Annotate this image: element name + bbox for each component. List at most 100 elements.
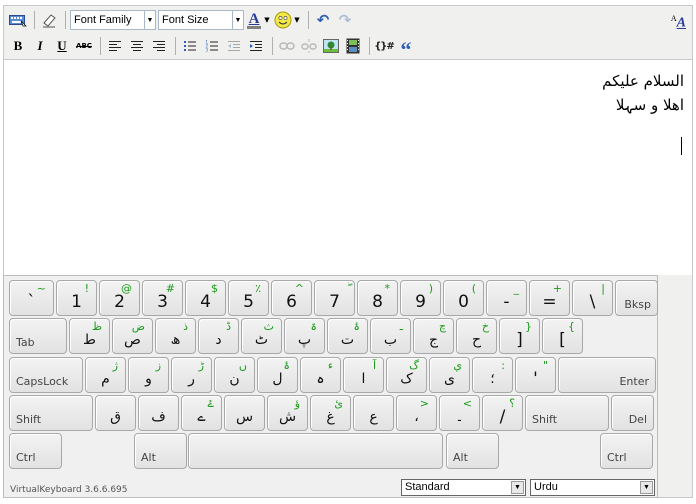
text-color-dropdown[interactable]: ▼ (262, 10, 272, 30)
key-char-1-10[interactable]: حخ (456, 318, 497, 354)
key-char-3-8[interactable]: ، > (396, 395, 437, 431)
undo-button[interactable]: ↶ (313, 10, 333, 30)
key-char-0-9[interactable]: 9) (400, 280, 441, 316)
key-char-2-7[interactable]: اآ (343, 357, 384, 393)
format-button[interactable]: AA (671, 14, 686, 32)
blockquote-button[interactable]: “ (396, 36, 416, 61)
key-shift-char: ظ (91, 320, 102, 333)
key-char-3-7[interactable]: ع (353, 395, 394, 431)
key-char-0-5[interactable]: 5 ٪ (228, 280, 269, 316)
key-char-1-12[interactable]: [{ (542, 318, 583, 354)
bold-button[interactable]: B (8, 36, 28, 56)
key-char-2-11[interactable]: ' " (515, 357, 556, 393)
key-char-0-7[interactable]: 7ۖ (314, 280, 355, 316)
key-capslock[interactable]: CapsLock (9, 357, 83, 393)
font-size-select[interactable]: Font Size ▼ (158, 10, 244, 30)
unlink-button[interactable] (299, 36, 319, 56)
language-select[interactable]: Urdu ▼ (530, 479, 655, 496)
key-char-0-0[interactable]: ` ~ (9, 280, 54, 316)
key-char-0-4[interactable]: 4 $ (185, 280, 226, 316)
align-right-button[interactable] (149, 36, 169, 56)
key-ctrl[interactable]: Ctrl (600, 433, 653, 469)
align-center-button[interactable] (127, 36, 147, 56)
key-shift-char: } (525, 320, 532, 333)
key-char-0-3[interactable]: 3 # (142, 280, 183, 316)
key-char-1-9[interactable]: جچ (413, 318, 454, 354)
key-char-0-1[interactable]: 1! (56, 280, 97, 316)
key-char-3-6[interactable]: غئ (310, 395, 351, 431)
key-bksp[interactable]: Bksp (615, 280, 658, 316)
chevron-down-icon: ▼ (640, 481, 653, 494)
outdent-button[interactable] (224, 36, 244, 56)
key-alt[interactable]: Alt (446, 433, 499, 469)
key-char-1-2[interactable]: صض (112, 318, 153, 354)
emoticon-button[interactable] (274, 10, 292, 30)
key-shift[interactable]: Shift (525, 395, 609, 431)
key-ctrl[interactable]: Ctrl (9, 433, 62, 469)
editor-content-area[interactable]: السلام علیکم اهلا و سہلا (4, 61, 692, 276)
key-char-2-3[interactable]: رڑ (171, 357, 212, 393)
key-char-2-9[interactable]: یي (429, 357, 470, 393)
numbered-list-button[interactable]: 123 (202, 36, 222, 56)
italic-button[interactable]: I (30, 36, 50, 56)
key-char-3-4[interactable]: س (224, 395, 265, 431)
key-char-0-13[interactable]: \ | (572, 280, 613, 316)
key-char-0-11[interactable]: - _ (486, 280, 527, 316)
indent-button[interactable] (246, 36, 266, 56)
key-char-3-1[interactable]: ق (95, 395, 136, 431)
key-shift-char: ذ (183, 320, 188, 333)
align-left-button[interactable] (105, 36, 125, 56)
key-char-1-3[interactable]: ھذ (155, 318, 196, 354)
text-color-button[interactable]: A (246, 10, 262, 30)
insert-code-button[interactable]: {}# (374, 36, 395, 56)
key-char-1-8[interactable]: بـ (370, 318, 411, 354)
key-char-0-12[interactable]: = + (529, 280, 570, 316)
key-char-1-6[interactable]: پۃ (284, 318, 325, 354)
key-char-2-10[interactable]: ؛: (472, 357, 513, 393)
insert-image-button[interactable] (321, 36, 341, 56)
key-char-0-8[interactable]: 8 * (357, 280, 398, 316)
key-alt[interactable]: Alt (134, 433, 187, 469)
key-char-0-10[interactable]: 0( (443, 280, 484, 316)
emoticon-dropdown[interactable]: ▼ (292, 10, 302, 30)
key-char-3-5[interactable]: شؤ (267, 395, 308, 431)
keyboard-toggle-button[interactable] (8, 10, 28, 30)
smiley-icon (274, 11, 292, 29)
remove-format-button[interactable] (39, 10, 59, 30)
key-char-3-9[interactable]: ۔ < (439, 395, 480, 431)
key-char-3-10[interactable]: / ؟ (482, 395, 523, 431)
key-main-char: / (499, 407, 506, 427)
key-char-3-3[interactable]: ےۓ (181, 395, 222, 431)
key-char-1-7[interactable]: تۂ (327, 318, 368, 354)
key-char-1-11[interactable]: ]} (499, 318, 540, 354)
key-char-3-2[interactable]: ف (138, 395, 179, 431)
key-char-2-4[interactable]: نں (214, 357, 255, 393)
redo-button[interactable]: ↷ (335, 10, 355, 30)
key-char-1-5[interactable]: ٹث (241, 318, 282, 354)
key-space[interactable] (188, 433, 443, 469)
strikethrough-button[interactable]: ABC (74, 36, 94, 56)
key-char-0-2[interactable]: 2 @ (99, 280, 140, 316)
font-family-select[interactable]: Font Family ▼ (70, 10, 156, 30)
bullet-list-button[interactable] (180, 36, 200, 56)
key-tab[interactable]: Tab (9, 318, 67, 354)
key-char-1-1[interactable]: طظ (69, 318, 110, 354)
film-icon (346, 38, 360, 54)
key-char-1-4[interactable]: دڈ (198, 318, 239, 354)
insert-media-button[interactable] (343, 36, 363, 56)
key-enter[interactable]: Enter (558, 357, 656, 393)
key-char-2-2[interactable]: وز (128, 357, 169, 393)
key-char-0-6[interactable]: 6 ^ (271, 280, 312, 316)
key-char-2-6[interactable]: ہء (300, 357, 341, 393)
layout-select[interactable]: Standard ▼ (401, 479, 526, 496)
key-char-2-5[interactable]: لۂ (257, 357, 298, 393)
key-shift[interactable]: Shift (9, 395, 93, 431)
key-char-2-1[interactable]: مژ (85, 357, 126, 393)
key-del[interactable]: Del (611, 395, 654, 431)
key-char-2-8[interactable]: کگ (386, 357, 427, 393)
underline-button[interactable]: U (52, 36, 72, 56)
key-main-char: ' (533, 369, 538, 389)
insert-link-button[interactable] (277, 36, 297, 56)
key-main-char: ب (383, 332, 398, 348)
text-caret (681, 137, 682, 155)
